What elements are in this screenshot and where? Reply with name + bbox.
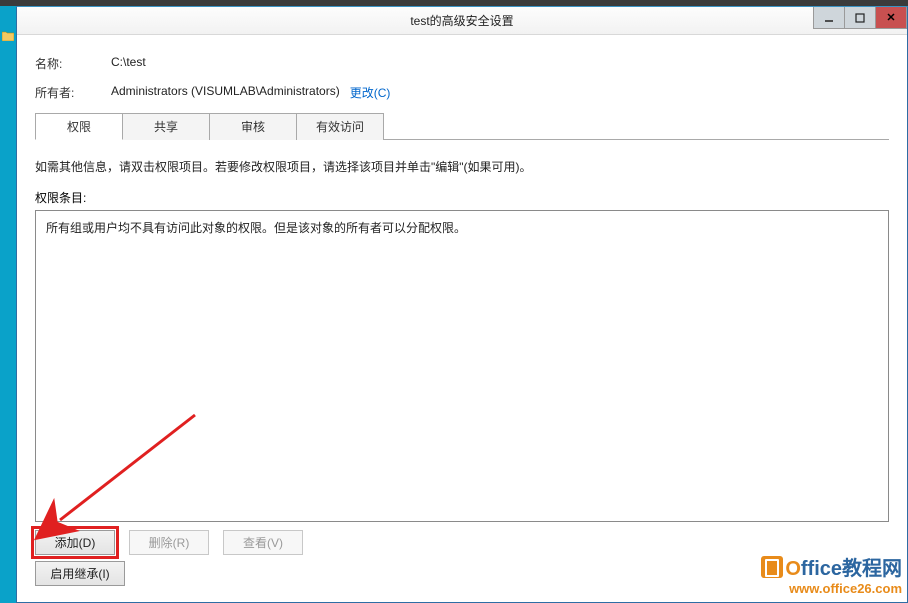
- watermark-url: www.office26.com: [761, 581, 902, 597]
- tab-auditing[interactable]: 审核: [209, 113, 297, 140]
- watermark-logo-icon: [761, 556, 783, 578]
- dialog-content: 名称: C:\test 所有者: Administrators (VISUMLA…: [17, 35, 907, 596]
- advanced-security-dialog: test的高级安全设置 ✕ 名称: C:\test 所有者: Administr…: [16, 6, 908, 603]
- owner-value: Administrators (VISUMLAB\Administrators): [111, 84, 340, 101]
- minimize-button[interactable]: [813, 7, 845, 29]
- explorer-left-strip: [0, 6, 16, 603]
- instruction-text: 如需其他信息，请双击权限项目。若要修改权限项目，请选择该项目并单击"编辑"(如果…: [35, 158, 889, 175]
- watermark: Office教程网 www.office26.com: [761, 556, 902, 597]
- add-button[interactable]: 添加(D): [35, 530, 115, 555]
- change-owner-link[interactable]: 更改(C): [350, 84, 391, 101]
- tab-effective-access[interactable]: 有效访问: [296, 113, 384, 140]
- window-controls: ✕: [814, 7, 907, 29]
- permission-entries-list[interactable]: 所有组或用户均不具有访问此对象的权限。但是该对象的所有者可以分配权限。: [35, 210, 889, 522]
- enable-inheritance-button[interactable]: 启用继承(I): [35, 561, 125, 586]
- name-label: 名称:: [35, 55, 111, 72]
- close-button[interactable]: ✕: [875, 7, 907, 29]
- tab-permissions[interactable]: 权限: [35, 113, 123, 140]
- tab-sharing[interactable]: 共享: [122, 113, 210, 140]
- entries-label: 权限条目:: [35, 189, 889, 206]
- name-row: 名称: C:\test: [35, 55, 889, 72]
- window-title: test的高级安全设置: [17, 12, 907, 29]
- name-value: C:\test: [111, 55, 146, 72]
- minimize-icon: [824, 13, 834, 23]
- entries-empty-message: 所有组或用户均不具有访问此对象的权限。但是该对象的所有者可以分配权限。: [46, 219, 878, 236]
- owner-label: 所有者:: [35, 84, 111, 101]
- close-icon: ✕: [886, 11, 895, 24]
- entries-button-row: 添加(D) 删除(R) 查看(V): [35, 530, 889, 555]
- remove-button: 删除(R): [129, 530, 209, 555]
- titlebar: test的高级安全设置 ✕: [17, 7, 907, 35]
- tab-strip: 权限 共享 审核 有效访问: [35, 113, 889, 140]
- watermark-line1: Office教程网: [761, 556, 902, 581]
- maximize-button[interactable]: [844, 7, 876, 29]
- folder-icon: [2, 31, 14, 41]
- owner-row: 所有者: Administrators (VISUMLAB\Administra…: [35, 84, 889, 101]
- view-button: 查看(V): [223, 530, 303, 555]
- maximize-icon: [855, 13, 865, 23]
